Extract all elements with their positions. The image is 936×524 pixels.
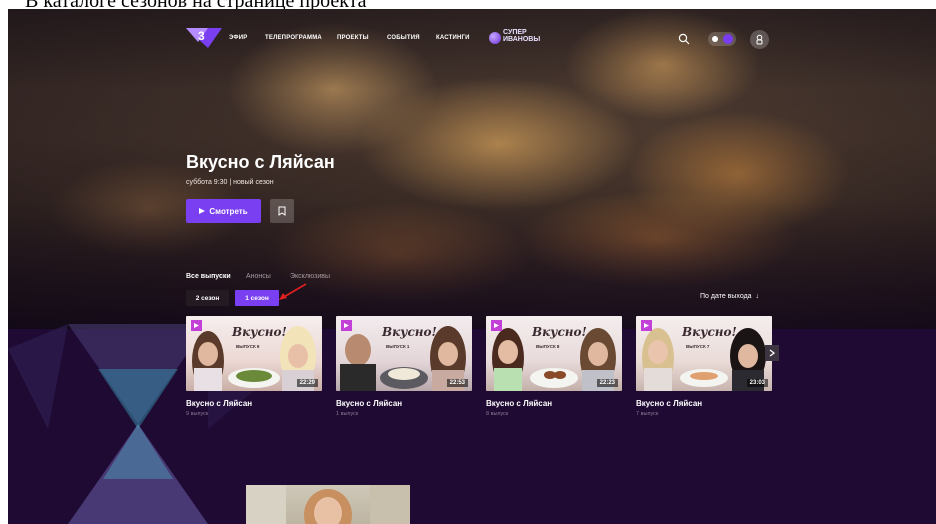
play-icon <box>344 323 349 328</box>
play-icon <box>494 323 499 328</box>
svg-text:3: 3 <box>198 29 205 43</box>
play-icon <box>644 323 649 328</box>
tab-all-episodes[interactable]: Все выпуски <box>186 273 231 280</box>
tab-exclusives[interactable]: Эксклюзивы <box>290 273 330 280</box>
promo-art <box>246 485 410 524</box>
play-icon <box>194 323 199 328</box>
show-schedule: суббота 9:30 | новый сезон <box>186 179 274 186</box>
super-ivanovy-link[interactable]: СУПЕР ИВАНОВЫ <box>489 29 540 49</box>
episode-title[interactable]: Вкусно с Ляйсан <box>186 399 322 408</box>
tab-announcements[interactable]: Анонсы <box>246 273 271 280</box>
svg-text:Вкусно!: Вкусно! <box>681 325 737 339</box>
bookmark-icon <box>278 206 286 216</box>
watch-button[interactable]: Смотреть <box>186 199 261 223</box>
sun-icon <box>712 36 718 42</box>
play-badge <box>191 320 202 331</box>
episode-thumbnail[interactable]: Вкусно! ВЫПУСК 7 23:03 <box>636 316 772 391</box>
watch-label: Смотреть <box>209 206 248 216</box>
moon-icon <box>723 34 733 44</box>
svg-text:Вкусно!: Вкусно! <box>381 325 437 339</box>
episode-badge: ВЫПУСК 8 <box>536 344 560 349</box>
chevron-right-icon <box>769 349 775 357</box>
sort-label: По дате выхода <box>700 293 752 300</box>
svg-text:Вкусно!: Вкусно! <box>531 325 587 339</box>
channel-logo[interactable]: 3 <box>186 26 222 50</box>
episode-badge: ВЫПУСК 7 <box>686 344 710 349</box>
episode-number: 1 выпуск <box>336 411 359 417</box>
episode-title[interactable]: Вкусно с Ляйсан <box>486 399 622 408</box>
super-ivanovy-label: СУПЕР ИВАНОВЫ <box>503 29 541 43</box>
episode-duration: 22:29 <box>296 379 318 387</box>
episode-thumbnail[interactable]: Вкусно! ВЫПУСК 8 22:23 <box>486 316 622 391</box>
bookmark-button[interactable] <box>270 199 294 223</box>
play-badge <box>491 320 502 331</box>
play-badge <box>341 320 352 331</box>
episode-title[interactable]: Вкусно с Ляйсан <box>336 399 472 408</box>
episode-badge: ВЫПУСК 9 <box>236 344 260 349</box>
nav-item-schedule[interactable]: ТЕЛЕПРОГРАММА <box>265 35 322 41</box>
episode-card[interactable]: Вкусно! ВЫПУСК 8 22:23 Вкусно с Ляйсан 8… <box>486 316 622 417</box>
episode-thumbnail[interactable]: Вкусно! ВЫПУСК 9 22:29 <box>186 316 322 391</box>
nav-item-live[interactable]: ЭФИР <box>229 35 247 41</box>
svg-text:Вкусно!: Вкусно! <box>231 325 287 339</box>
episode-duration: 22:53 <box>446 379 468 387</box>
top-nav: 3 ЭФИР ТЕЛЕПРОГРАММА ПРОЕКТЫ СОБЫТИЯ КАС… <box>8 9 936 59</box>
episode-number: 8 выпуск <box>486 411 509 417</box>
episode-duration: 22:23 <box>596 379 618 387</box>
episode-card[interactable]: Вкусно! ВЫПУСК 1 22:53 Вкусно с Ляйсан 1… <box>336 316 472 417</box>
season-1-button[interactable]: 1 сезон <box>235 290 279 306</box>
arrow-down-icon: ↓ <box>753 293 759 300</box>
episode-duration: 23:03 <box>746 379 768 387</box>
episode-number: 7 выпуск <box>636 411 659 417</box>
episode-badge: ВЫПУСК 1 <box>386 344 410 349</box>
ball-icon <box>489 32 501 44</box>
theme-toggle[interactable] <box>708 32 736 46</box>
nav-item-castings[interactable]: КАСТИНГИ <box>436 35 470 41</box>
play-badge <box>641 320 652 331</box>
episode-card[interactable]: Вкусно! ВЫПУСК 7 23:03 Вкусно с Ляйсан 7… <box>636 316 772 417</box>
user-button[interactable] <box>750 30 769 49</box>
carousel-next-button[interactable] <box>765 345 779 361</box>
play-icon <box>199 208 206 214</box>
season-2-button[interactable]: 2 сезон <box>186 290 229 306</box>
search-icon[interactable] <box>678 33 690 45</box>
user-icon <box>756 34 763 45</box>
episode-number: 9 выпуск <box>186 411 209 417</box>
app-window: 3 ЭФИР ТЕЛЕПРОГРАММА ПРОЕКТЫ СОБЫТИЯ КАС… <box>8 9 936 524</box>
episode-thumbnail[interactable]: Вкусно! ВЫПУСК 1 22:53 <box>336 316 472 391</box>
nav-item-projects[interactable]: ПРОЕКТЫ <box>337 35 369 41</box>
episode-title[interactable]: Вкусно с Ляйсан <box>636 399 772 408</box>
sort-dropdown[interactable]: По дате выхода ↓ <box>700 293 759 300</box>
show-title: Вкусно с Ляйсан <box>186 152 335 172</box>
annotation-arrow <box>279 283 307 300</box>
episode-card[interactable]: Вкусно! ВЫПУСК 9 22:29 Вкусно с Ляйсан 9… <box>186 316 322 417</box>
promo-thumbnail[interactable] <box>246 485 410 524</box>
nav-item-events[interactable]: СОБЫТИЯ <box>387 35 420 41</box>
